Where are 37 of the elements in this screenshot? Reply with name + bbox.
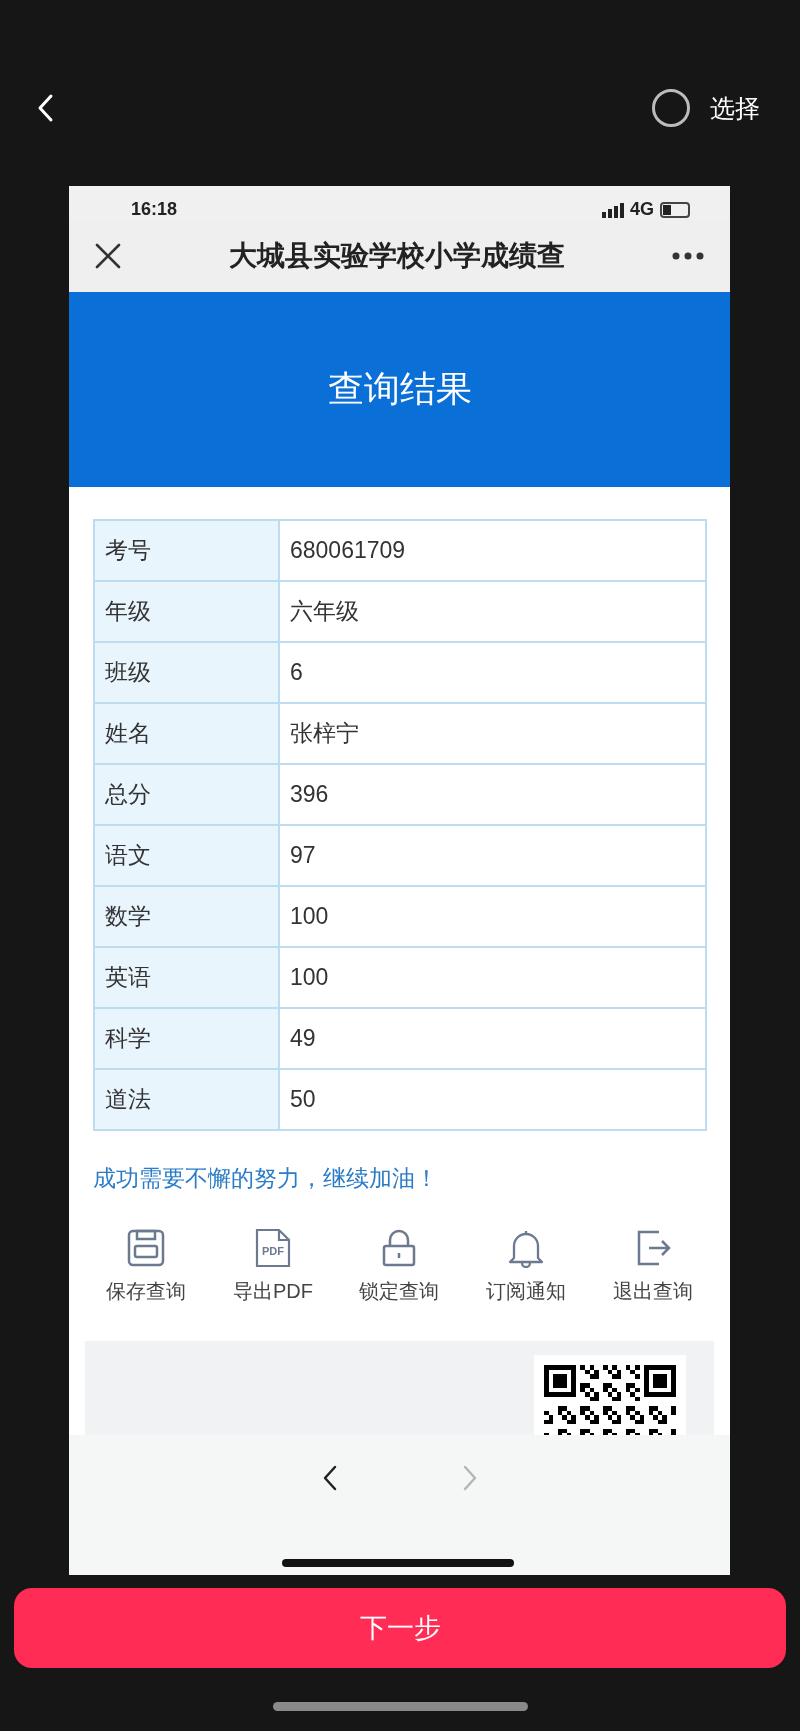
encouragement-text: 成功需要不懈的努力，继续加油！ [93, 1164, 439, 1193]
field-value: 49 [279, 1008, 706, 1069]
field-label: 考号 [94, 520, 279, 581]
field-value: 六年级 [279, 581, 706, 642]
signal-icon [602, 201, 624, 218]
status-time: 16:18 [131, 199, 178, 220]
more-icon[interactable] [672, 251, 704, 261]
select-label[interactable]: 选择 [710, 91, 760, 125]
field-label: 语文 [94, 825, 279, 886]
battery-icon [660, 201, 690, 218]
field-label: 数学 [94, 886, 279, 947]
field-label: 总分 [94, 764, 279, 825]
field-label: 英语 [94, 947, 279, 1008]
select-checkbox[interactable] [652, 89, 690, 127]
field-value: 680061709 [279, 520, 706, 581]
field-label: 班级 [94, 642, 279, 703]
banner-title: 查询结果 [327, 367, 472, 411]
action-button[interactable]: 退出查询 [612, 1228, 693, 1305]
field-value: 97 [279, 825, 706, 886]
field-value: 张梓宁 [279, 703, 706, 764]
action-button[interactable]: 订阅通知 [486, 1228, 567, 1305]
action-button[interactable]: PDF 导出PDF [232, 1228, 313, 1305]
action-button[interactable]: 锁定查询 [359, 1228, 440, 1305]
field-value: 100 [279, 947, 706, 1008]
field-label: 年级 [94, 581, 279, 642]
network-label: 4G [630, 199, 654, 220]
action-button[interactable]: 保存查询 [106, 1228, 187, 1305]
field-value: 6 [279, 642, 706, 703]
page-title: 大城县实验学校小学成绩查 [227, 239, 566, 273]
field-value: 50 [279, 1069, 706, 1130]
field-value: 100 [279, 886, 706, 947]
field-label: 科学 [94, 1008, 279, 1069]
field-label: 道法 [94, 1069, 279, 1130]
field-label: 姓名 [94, 703, 279, 764]
next-button[interactable]: 下一步 [14, 1588, 786, 1668]
field-value: 396 [279, 764, 706, 825]
close-icon[interactable] [95, 243, 121, 269]
